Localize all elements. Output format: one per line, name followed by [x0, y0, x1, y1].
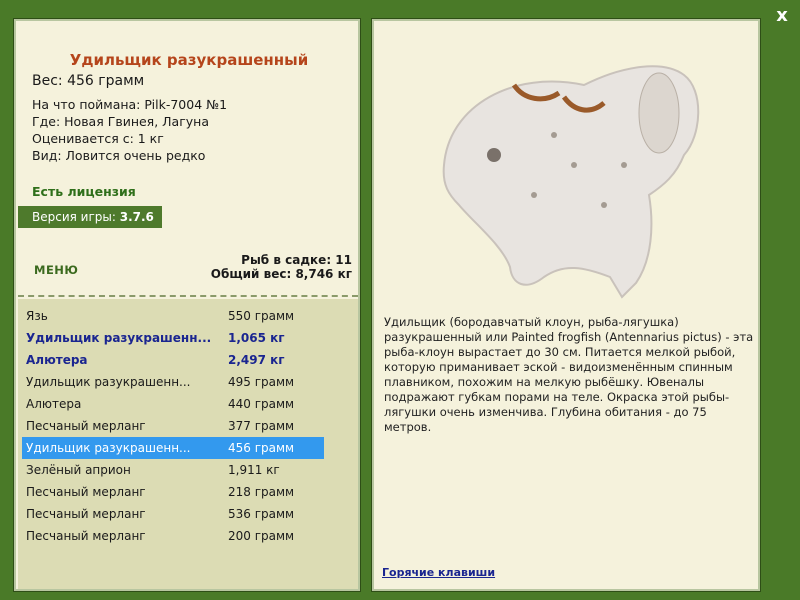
catch-row-weight: 536 грамм — [228, 507, 295, 521]
catch-row-weight: 218 грамм — [228, 485, 295, 499]
catch-row-weight: 495 грамм — [228, 375, 295, 389]
catch-row[interactable]: Алютера 440 грамм — [22, 393, 324, 415]
catch-row-weight: 1,065 кг — [228, 331, 285, 345]
divider — [18, 295, 358, 297]
info-bait: На что поймана: Pilk-7004 №1 — [32, 97, 228, 112]
catch-row-weight: 456 грамм — [228, 441, 295, 455]
fish-info: На что поймана: Pilk-7004 №1 Где: Новая … — [32, 96, 227, 164]
version-bar: Версия игры: 3.7.6 — [18, 206, 162, 228]
catch-row-weight: 2,497 кг — [228, 353, 285, 367]
catch-row-name: Удильщик разукрашенн... — [26, 375, 191, 389]
catch-row-weight: 1,911 кг — [228, 463, 280, 477]
catch-row-weight: 200 грамм — [228, 529, 295, 543]
catch-row-name: Алютера — [26, 397, 82, 411]
info-location: Где: Новая Гвинея, Лагуна — [32, 114, 210, 129]
hotkeys-link[interactable]: Горячие клавиши — [382, 566, 495, 579]
catch-row-name: Песчаный мерланг — [26, 507, 146, 521]
catch-row-weight: 440 грамм — [228, 397, 295, 411]
catch-row[interactable]: Песчаный мерланг 218 грамм — [22, 481, 324, 503]
catch-row[interactable]: Зелёный априон 1,911 кг — [22, 459, 324, 481]
catch-row[interactable]: Песчаный мерланг 536 грамм — [22, 503, 324, 525]
total-weight: Общий вес: 8,746 кг — [210, 267, 352, 281]
catch-row-weight: 377 грамм — [228, 419, 295, 433]
fish-description: Удильщик (бородавчатый клоун, рыба-лягуш… — [384, 315, 754, 434]
catch-row-weight: 550 грамм — [228, 309, 295, 323]
fish-weight: Вес: 456 грамм — [32, 73, 145, 89]
catch-row-name: Удильщик разукрашенн... — [26, 441, 191, 455]
catch-row-name: Песчаный мерланг — [26, 485, 146, 499]
fish-info-panel: Удильщик разукрашенный Вес: 456 грамм На… — [13, 18, 361, 592]
fish-detail-panel: Удильщик (бородавчатый клоун, рыба-лягуш… — [371, 18, 761, 592]
catch-row[interactable]: Песчаный мерланг 377 грамм — [22, 415, 324, 437]
catch-list[interactable]: Язь 550 грамм Удильщик разукрашенн... 1,065… — [18, 299, 358, 589]
catch-row[interactable]: Язь 550 грамм — [22, 305, 324, 327]
license-status: Есть лицензия — [32, 184, 136, 199]
info-value: Оценивается с: 1 кг — [32, 131, 164, 146]
catch-row[interactable]: Удильщик разукрашенн... 495 грамм — [22, 371, 324, 393]
fish-title: Удильщик разукрашенный — [69, 51, 309, 69]
version-label: Версия игры: — [32, 210, 116, 224]
catch-row-name: Песчаный мерланг — [26, 529, 146, 543]
catch-row[interactable]: Алютера 2,497 кг — [22, 349, 324, 371]
version-value: 3.7.6 — [119, 210, 154, 224]
catch-row-name: Зелёный априон — [26, 463, 131, 477]
info-rarity: Вид: Ловится очень редко — [32, 148, 206, 163]
catch-row-name: Алютера — [26, 353, 88, 367]
menu-button[interactable]: МЕНЮ — [34, 263, 78, 277]
close-button[interactable]: x — [772, 6, 792, 26]
fish-count: Рыб в садке: 11 — [241, 253, 352, 267]
fish-image — [442, 65, 700, 299]
catch-row-name: Песчаный мерланг — [26, 419, 146, 433]
catch-row[interactable]: Удильщик разукрашенн... 1,065 кг — [22, 327, 324, 349]
cage-stats: Рыб в садке: 11 Общий вес: 8,746 кг — [211, 253, 352, 281]
catch-row[interactable]: Удильщик разукрашенн... 456 грамм — [22, 437, 324, 459]
catch-row[interactable]: Песчаный мерланг 200 грамм — [22, 525, 324, 547]
catch-row-name: Удильщик разукрашенн... — [26, 331, 212, 345]
catch-row-name: Язь — [26, 309, 48, 323]
